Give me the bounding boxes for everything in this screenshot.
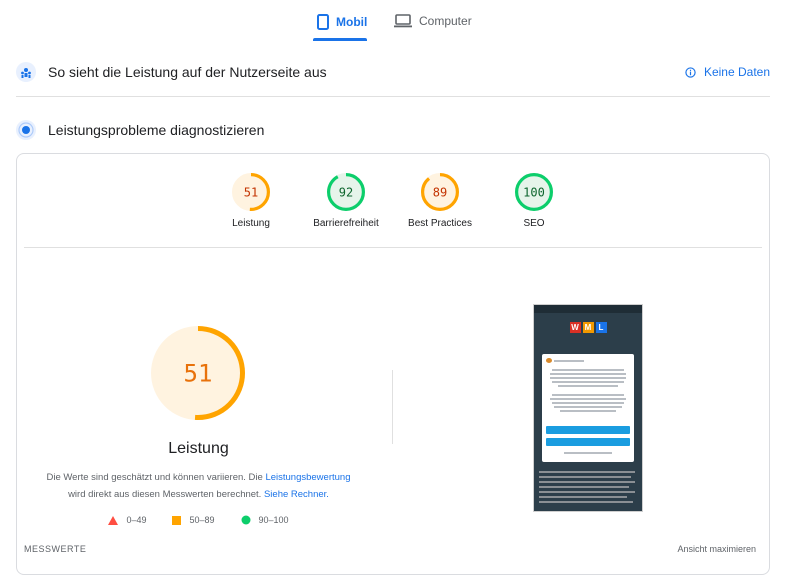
performance-score-link[interactable]: Leistungsbewertung bbox=[265, 472, 350, 483]
tab-selected-indicator bbox=[313, 38, 367, 41]
no-data-label: Keine Daten bbox=[703, 65, 770, 79]
calculator-link[interactable]: Siehe Rechner. bbox=[264, 489, 329, 500]
cookie-icon bbox=[546, 358, 552, 363]
report-card bbox=[16, 153, 770, 575]
device-tabs: Mobil Computer bbox=[0, 0, 800, 44]
desc-text-2: wird direkt aus diesen Messwerten berech… bbox=[68, 489, 264, 500]
score-gauge-performance[interactable]: 51 Leistung bbox=[206, 172, 296, 229]
people-icon bbox=[16, 62, 36, 82]
score-label: Barrierefreiheit bbox=[313, 218, 379, 229]
square-icon bbox=[172, 515, 182, 525]
tab-mobile[interactable]: Mobil bbox=[317, 14, 367, 30]
field-data-section: So sieht die Leistung auf der Nutzerseit… bbox=[16, 60, 770, 84]
gauge-score: 100 bbox=[523, 185, 545, 199]
card-divider bbox=[24, 247, 762, 248]
gauge-ring: 100 bbox=[515, 173, 553, 211]
tab-computer[interactable]: Computer bbox=[394, 14, 472, 28]
logo-letter: L bbox=[595, 322, 607, 333]
info-icon bbox=[685, 66, 696, 78]
score-gauge-accessibility[interactable]: 92 Barrierefreiheit bbox=[301, 172, 391, 229]
legend-average: 50–89 bbox=[172, 515, 215, 525]
section-divider bbox=[16, 96, 770, 97]
score-label: SEO bbox=[523, 218, 545, 229]
desc-text: Die Werte sind geschätzt und können vari… bbox=[46, 472, 266, 483]
score-gauge-best-practices[interactable]: 89 Best Practices bbox=[395, 172, 485, 229]
diagnose-title: Leistungsprobleme diagnostizieren bbox=[48, 122, 265, 138]
score-gauge-seo[interactable]: 100 SEO bbox=[489, 172, 579, 229]
performance-gauge-large: 51 bbox=[151, 326, 245, 420]
circle-icon bbox=[241, 515, 250, 525]
gauge-score: 51 bbox=[184, 360, 213, 388]
expand-view-link[interactable]: Ansicht maximieren bbox=[677, 544, 756, 554]
field-data-title: So sieht die Leistung auf der Nutzerseit… bbox=[48, 64, 327, 80]
diagnose-section: Leistungsprobleme diagnostizieren bbox=[16, 118, 770, 142]
no-data-link[interactable]: Keine Daten bbox=[685, 65, 770, 79]
lab-icon bbox=[16, 120, 36, 140]
legend-label: 90–100 bbox=[258, 515, 289, 525]
smartphone-icon bbox=[317, 14, 329, 30]
legend-fail: 0–49 bbox=[108, 515, 146, 525]
performance-title: Leistung bbox=[168, 440, 229, 457]
legend-label: 50–89 bbox=[189, 515, 215, 525]
settings-button-thumb bbox=[546, 438, 630, 446]
cookie-dialog bbox=[542, 354, 634, 462]
legend-label: 0–49 bbox=[126, 515, 147, 525]
laptop-icon bbox=[394, 14, 412, 28]
final-screenshot[interactable]: W M L bbox=[533, 304, 643, 512]
gauge-ring: 89 bbox=[421, 173, 459, 211]
performance-description: Die Werte sind geschätzt und können vari… bbox=[30, 469, 367, 503]
gauge-score: 92 bbox=[339, 185, 353, 199]
gauge-ring: 92 bbox=[327, 173, 365, 211]
gauge-score: 89 bbox=[433, 185, 447, 199]
metrics-heading: MESSWERTE bbox=[24, 544, 87, 554]
legend-pass: 90–100 bbox=[241, 515, 289, 525]
tab-mobile-label: Mobil bbox=[336, 15, 368, 29]
score-label: Best Practices bbox=[408, 218, 472, 229]
phone-status-bar bbox=[534, 305, 642, 313]
site-logo: W M L bbox=[534, 322, 642, 333]
logo-letter: W bbox=[569, 322, 581, 333]
logo-letter: M bbox=[582, 322, 594, 333]
tab-computer-label: Computer bbox=[419, 14, 472, 28]
score-label: Leistung bbox=[232, 218, 270, 229]
vertical-separator bbox=[392, 370, 393, 444]
gauge-ring: 51 bbox=[232, 173, 270, 211]
gauge-score: 51 bbox=[244, 185, 258, 199]
score-legend: 0–49 50–89 90–100 bbox=[0, 515, 397, 525]
triangle-icon bbox=[108, 515, 119, 525]
accept-button-thumb bbox=[546, 426, 630, 434]
